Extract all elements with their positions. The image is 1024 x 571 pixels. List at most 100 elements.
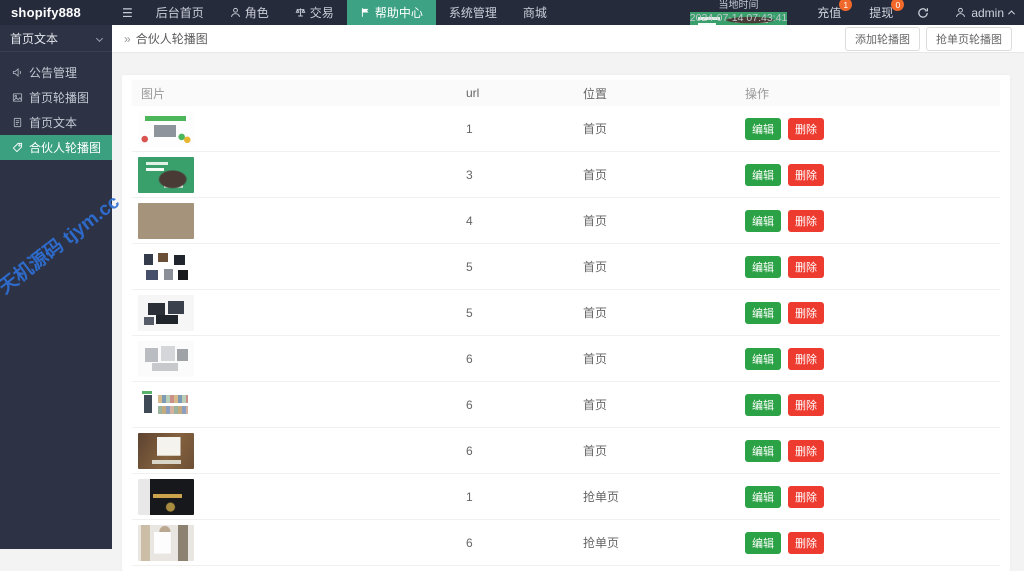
banner-thumbnail[interactable] (138, 203, 194, 239)
edit-button[interactable]: 编辑 (745, 118, 781, 140)
sidebar: 首页文本 公告管理 首页轮播图 首页文本 合伙人轮播图 (0, 25, 112, 549)
add-carousel-button[interactable]: 添加轮播图 (845, 27, 920, 51)
actions-cell: 编辑 删除 (745, 164, 1000, 186)
breadcrumb-arrow-icon: » (124, 32, 131, 46)
actions-cell: 编辑 删除 (745, 532, 1000, 554)
banner-thumbnail[interactable] (138, 479, 194, 515)
column-header-actions: 操作 (745, 85, 1000, 102)
nav-item-roles[interactable]: 角色 (217, 0, 282, 25)
delete-button[interactable]: 删除 (788, 210, 824, 232)
tag-icon (12, 142, 23, 153)
nav-item-help-center[interactable]: 帮助中心 (347, 0, 436, 25)
sidebar-item-label: 合伙人轮播图 (29, 139, 101, 156)
position-cell: 首页 (583, 442, 745, 459)
edit-button[interactable]: 编辑 (745, 440, 781, 462)
actions-cell: 编辑 删除 (745, 256, 1000, 278)
banner-thumbnail[interactable] (138, 111, 194, 147)
local-time-label: 当地时间 (690, 0, 788, 12)
url-cell: 5 (466, 260, 583, 274)
url-cell: 6 (466, 352, 583, 366)
banner-thumbnail[interactable] (138, 157, 194, 193)
position-cell: 抢单页 (583, 488, 745, 505)
delete-button[interactable]: 删除 (788, 256, 824, 278)
edit-button[interactable]: 编辑 (745, 486, 781, 508)
banner-thumbnail[interactable] (138, 387, 194, 423)
nav-label: 后台首页 (156, 4, 204, 21)
table-row: 5 首页 编辑 删除 (132, 290, 1000, 336)
sidebar-item-label: 公告管理 (29, 64, 77, 81)
edit-button[interactable]: 编辑 (745, 348, 781, 370)
banner-thumbnail[interactable] (138, 295, 194, 331)
position-cell: 首页 (583, 258, 745, 275)
position-cell: 首页 (583, 396, 745, 413)
image-cell (132, 479, 466, 515)
banner-thumbnail[interactable] (138, 341, 194, 377)
refresh-button[interactable] (917, 7, 929, 19)
sidebar-group-home-text[interactable]: 首页文本 (0, 25, 112, 52)
delete-button[interactable]: 删除 (788, 532, 824, 554)
recharge-link[interactable]: 充值 1 (817, 4, 841, 21)
table-row: 6 首页 编辑 删除 (132, 382, 1000, 428)
column-header-image: 图片 (132, 85, 466, 102)
banner-thumbnail[interactable] (138, 249, 194, 285)
nav-item-mall[interactable]: 商城 (510, 0, 560, 25)
delete-button[interactable]: 删除 (788, 118, 824, 140)
banner-thumbnail[interactable] (138, 525, 194, 561)
delete-button[interactable]: 删除 (788, 348, 824, 370)
actions-cell: 编辑 删除 (745, 118, 1000, 140)
table-row: 5 首页 编辑 删除 (132, 244, 1000, 290)
column-header-url: url (466, 86, 583, 100)
edit-button[interactable]: 编辑 (745, 532, 781, 554)
recharge-label: 充值 (817, 6, 841, 20)
edit-button[interactable]: 编辑 (745, 394, 781, 416)
image-cell (132, 433, 466, 469)
delete-button[interactable]: 删除 (788, 164, 824, 186)
user-icon (955, 7, 966, 18)
announcement-icon (12, 67, 23, 78)
image-cell (132, 387, 466, 423)
position-cell: 首页 (583, 212, 745, 229)
nav-item-system[interactable]: 系统管理 (436, 0, 510, 25)
image-cell (132, 295, 466, 331)
flag-icon (360, 7, 371, 18)
position-cell: 抢单页 (583, 534, 745, 551)
table-row: 6 抢单页 编辑 删除 (132, 520, 1000, 566)
main-area: » 合伙人轮播图 添加轮播图 抢单页轮播图 图片 url 位置 操作 1 首页 … (112, 25, 1024, 549)
edit-button[interactable]: 编辑 (745, 210, 781, 232)
sidebar-item-home-carousel[interactable]: 首页轮播图 (0, 85, 112, 110)
url-cell: 6 (466, 536, 583, 550)
delete-button[interactable]: 删除 (788, 486, 824, 508)
delete-button[interactable]: 删除 (788, 394, 824, 416)
top-nav: 后台首页 角色 交易 帮助中心 系统管理 商城 (143, 0, 560, 25)
grab-page-carousel-button[interactable]: 抢单页轮播图 (926, 27, 1012, 51)
delete-button[interactable]: 删除 (788, 302, 824, 324)
nav-item-dashboard[interactable]: 后台首页 (143, 0, 217, 25)
edit-button[interactable]: 编辑 (745, 256, 781, 278)
nav-item-transactions[interactable]: 交易 (282, 0, 347, 25)
sidebar-item-partner-carousel[interactable]: 合伙人轮播图 (0, 135, 112, 160)
document-icon (12, 117, 23, 128)
url-cell: 5 (466, 306, 583, 320)
withdraw-badge: 0 (891, 0, 904, 11)
withdraw-link[interactable]: 提现 0 (869, 4, 893, 21)
image-cell (132, 203, 466, 239)
scale-icon (295, 7, 306, 18)
table-row: 4 首页 编辑 删除 (132, 198, 1000, 244)
sidebar-item-home-text[interactable]: 首页文本 (0, 110, 112, 135)
url-cell: 6 (466, 444, 583, 458)
sidebar-item-announcements[interactable]: 公告管理 (0, 60, 112, 85)
page-title: 合伙人轮播图 (136, 30, 208, 47)
breadcrumb-bar: » 合伙人轮播图 添加轮播图 抢单页轮播图 (112, 25, 1024, 53)
image-cell (132, 525, 466, 561)
banner-thumbnail[interactable] (138, 433, 194, 469)
delete-button[interactable]: 删除 (788, 440, 824, 462)
nav-label: 系统管理 (449, 4, 497, 21)
url-cell: 1 (466, 490, 583, 504)
local-time: 当地时间 2024-07-14 07:43:41 (690, 0, 788, 25)
brand-logo[interactable]: shopify888 (0, 0, 112, 25)
edit-button[interactable]: 编辑 (745, 302, 781, 324)
user-menu[interactable]: admin (955, 6, 1014, 20)
breadcrumb: » 合伙人轮播图 (124, 30, 208, 47)
hamburger-icon[interactable]: ☰ (112, 0, 143, 25)
edit-button[interactable]: 编辑 (745, 164, 781, 186)
